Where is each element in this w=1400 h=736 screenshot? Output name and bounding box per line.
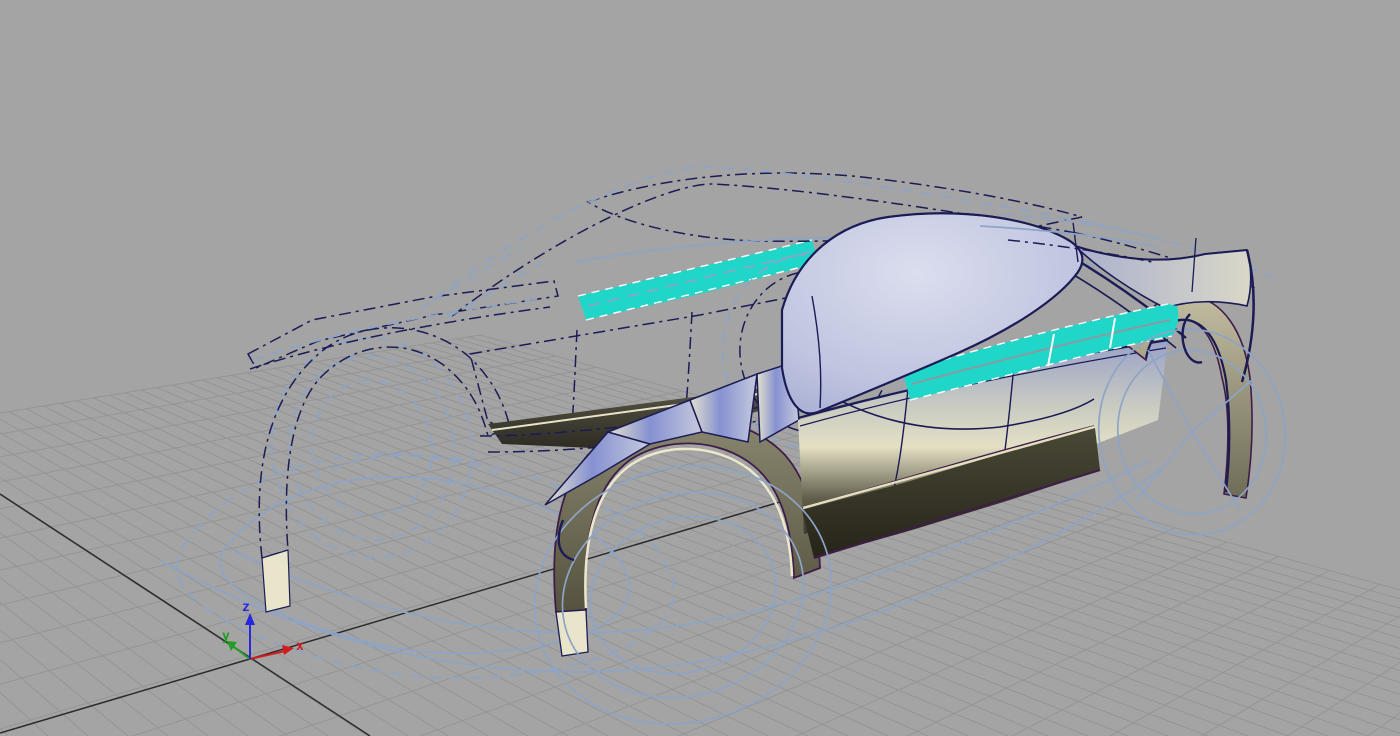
arch-end-strip <box>261 549 291 613</box>
cad-3d-viewport[interactable]: x y z <box>0 0 1400 736</box>
axis-label-y: y <box>222 629 230 644</box>
front-arch-end-strip <box>555 609 589 657</box>
axis-label-x: x <box>296 639 304 654</box>
axis-label-z: z <box>242 600 250 615</box>
viewport-canvas[interactable]: x y z <box>0 0 1400 736</box>
